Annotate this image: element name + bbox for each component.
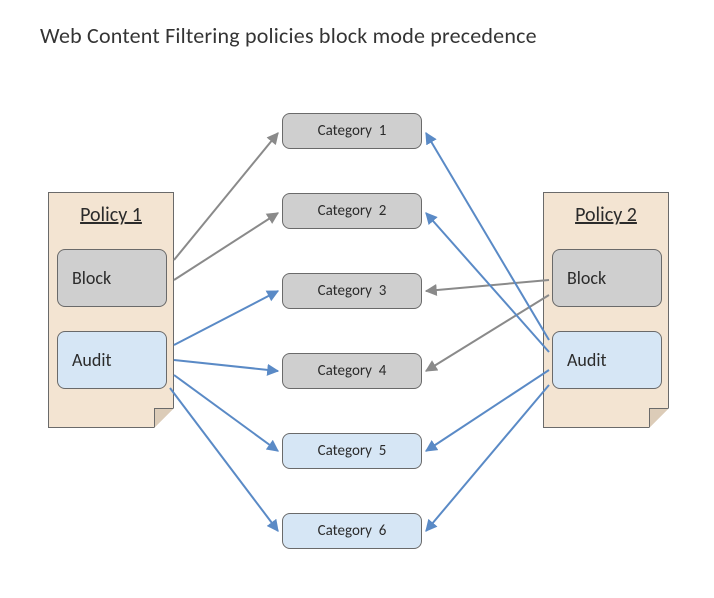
policy-1-frame: Policy 1 Block Audit bbox=[48, 192, 174, 428]
policy-1-audit-box: Audit bbox=[57, 331, 167, 389]
diagram-stage: Web Content Filtering policies block mod… bbox=[0, 0, 714, 598]
policy-1-title: Policy 1 bbox=[49, 203, 173, 227]
diagram-title: Web Content Filtering policies block mod… bbox=[40, 22, 537, 49]
policy-2-audit-box: Audit bbox=[552, 331, 662, 389]
category-3: Category 3 bbox=[282, 273, 422, 309]
policy-2-frame: Policy 2 Block Audit bbox=[543, 192, 669, 428]
category-2: Category 2 bbox=[282, 193, 422, 229]
category-6: Category 6 bbox=[282, 513, 422, 549]
policy-1-block-label: Block bbox=[72, 267, 111, 289]
policy-2-block-box: Block bbox=[552, 249, 662, 307]
category-1: Category 1 bbox=[282, 113, 422, 149]
category-5: Category 5 bbox=[282, 433, 422, 469]
policy-2-block-label: Block bbox=[567, 267, 606, 289]
category-4: Category 4 bbox=[282, 353, 422, 389]
policy-2-audit-label: Audit bbox=[567, 349, 607, 371]
policy-2-title: Policy 2 bbox=[544, 203, 668, 227]
policy-1-block-box: Block bbox=[57, 249, 167, 307]
policy-1-audit-label: Audit bbox=[72, 349, 112, 371]
